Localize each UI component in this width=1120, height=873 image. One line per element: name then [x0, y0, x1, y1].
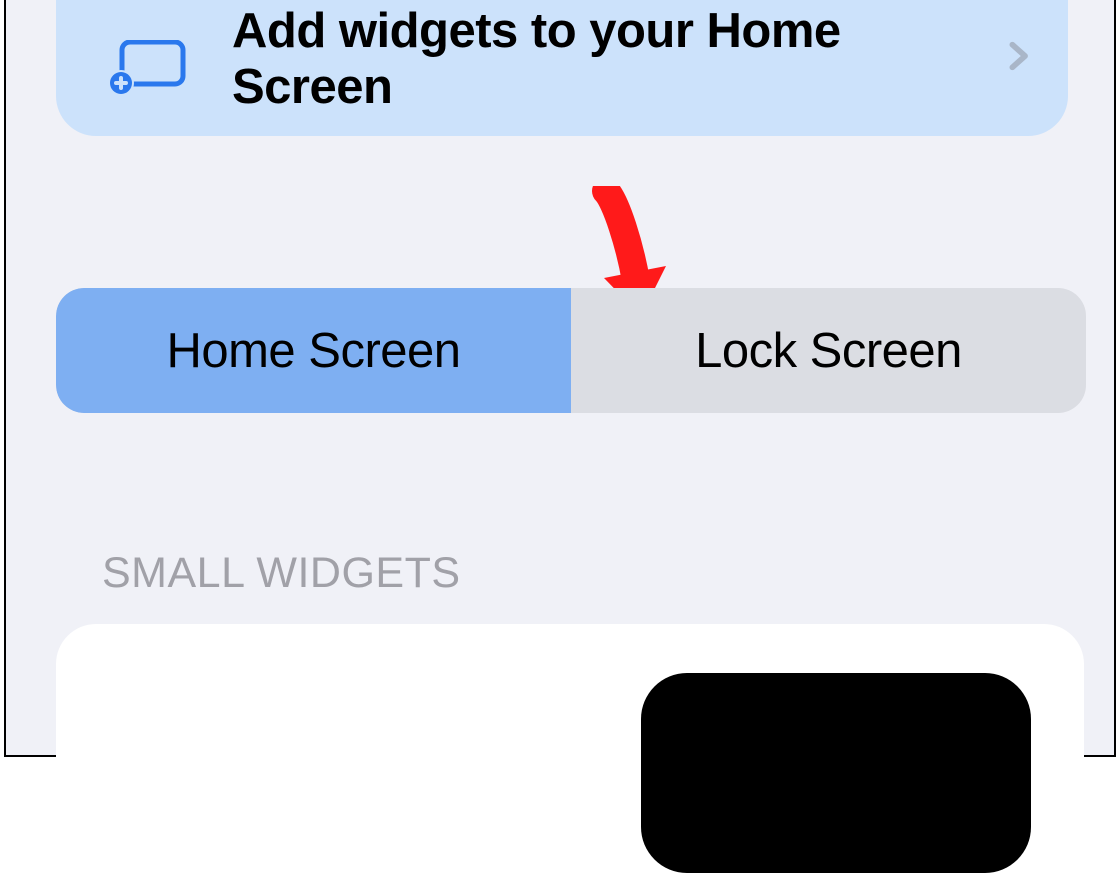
- add-widget-icon: [106, 40, 186, 96]
- screen-type-segmented-control: Home Screen Lock Screen: [56, 288, 1086, 413]
- tab-label: Home Screen: [166, 323, 460, 379]
- banner-title: Add widgets to your Home Screen: [232, 3, 998, 116]
- chevron-right-icon: [998, 36, 1038, 76]
- page-content: Add widgets to your Home Screen Home Scr…: [4, 0, 1116, 757]
- tab-lock-screen[interactable]: Lock Screen: [571, 288, 1086, 413]
- section-header-small-widgets: SMALL WIDGETS: [102, 549, 461, 598]
- add-widgets-banner[interactable]: Add widgets to your Home Screen: [56, 0, 1068, 136]
- tab-label: Lock Screen: [695, 323, 962, 379]
- small-widget-preview[interactable]: [641, 673, 1031, 873]
- widgets-card: [56, 624, 1084, 824]
- tab-home-screen[interactable]: Home Screen: [56, 288, 571, 413]
